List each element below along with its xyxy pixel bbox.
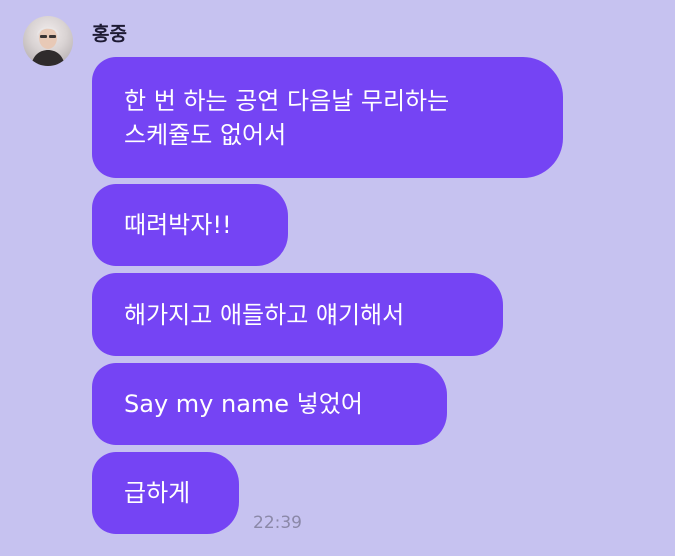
- message-line: 스케쥴도 없어서: [124, 120, 287, 149]
- message-timestamp: 22:39: [253, 513, 302, 533]
- message-bubble[interactable]: 한 번 하는 공연 다음날 무리하는 스케쥴도 없어서: [92, 57, 563, 178]
- message-line: 급하게: [124, 479, 191, 507]
- sender-name: 홍중: [92, 23, 127, 45]
- message-bubble[interactable]: 해가지고 애들하고 얘기해서: [92, 273, 503, 356]
- message-bubble[interactable]: Say my name 넣었어: [92, 363, 447, 445]
- avatar[interactable]: [23, 16, 73, 66]
- message-bubble[interactable]: 급하게: [92, 452, 239, 534]
- message-line: 때려박자!!: [124, 211, 232, 239]
- message-line: Say my name 넣었어: [124, 390, 363, 418]
- message-bubble[interactable]: 때려박자!!: [92, 184, 288, 266]
- profile-photo-icon: [31, 27, 65, 66]
- message-line: 한 번 하는 공연 다음날 무리하는: [124, 86, 450, 115]
- message-line: 해가지고 애들하고 얘기해서: [124, 300, 405, 329]
